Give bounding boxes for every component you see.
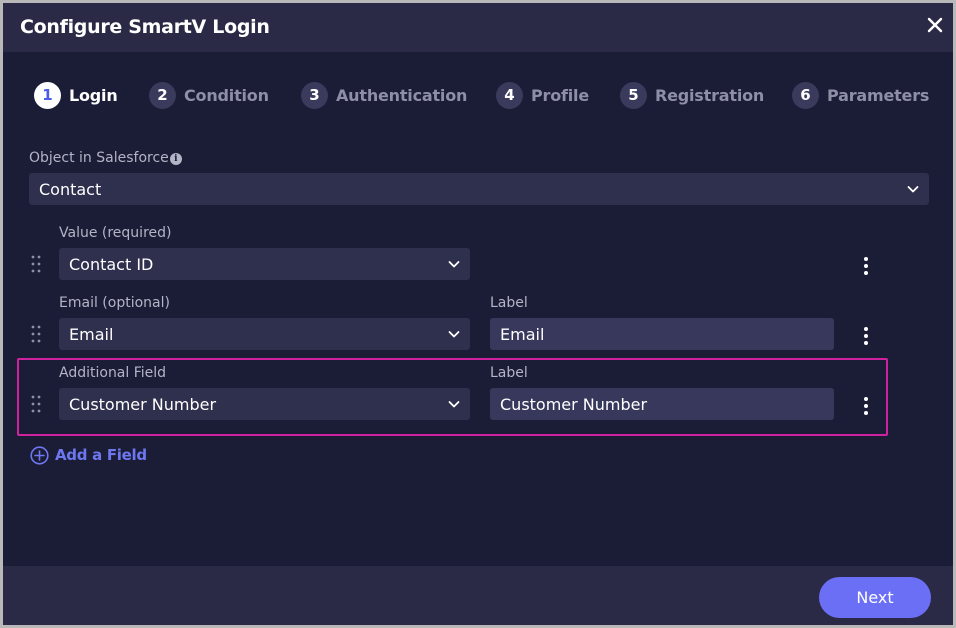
- add-field-label: Add a Field: [55, 446, 147, 464]
- additional-label-input[interactable]: [490, 388, 834, 420]
- plus-circle-icon: [30, 445, 49, 465]
- step-label: Registration: [655, 85, 765, 105]
- email-label-label: Label: [490, 295, 528, 311]
- step-number: 6: [792, 81, 819, 109]
- step-label: Profile: [531, 85, 589, 105]
- configure-login-dialog: Configure SmartV Login 1 Login 2 Conditi…: [3, 3, 953, 625]
- value-field-select[interactable]: Contact ID: [59, 248, 470, 280]
- step-login[interactable]: 1 Login: [34, 80, 118, 110]
- add-field-button[interactable]: Add a Field: [30, 444, 147, 466]
- drag-handle-icon[interactable]: [31, 255, 41, 273]
- additional-label-label: Label: [490, 365, 528, 381]
- chevron-down-icon: [448, 261, 460, 268]
- next-button[interactable]: Next: [819, 577, 931, 618]
- object-label: Object in Salesforce i: [29, 150, 182, 166]
- step-registration[interactable]: 5 Registration: [620, 80, 764, 110]
- step-condition[interactable]: 2 Condition: [149, 80, 269, 110]
- info-icon[interactable]: i: [169, 153, 182, 165]
- drag-handle-icon[interactable]: [31, 325, 41, 343]
- drag-handle-icon[interactable]: [31, 395, 41, 413]
- chevron-down-icon: [448, 401, 460, 408]
- step-label: Login: [69, 85, 118, 105]
- value-field-label: Value (required): [59, 225, 172, 241]
- object-select-value: Contact: [39, 179, 102, 199]
- more-options-icon[interactable]: [861, 256, 871, 276]
- step-number: 5: [620, 81, 647, 109]
- step-number: 1: [34, 81, 61, 109]
- step-number: 3: [301, 81, 328, 109]
- dialog-title: Configure SmartV Login: [20, 16, 270, 38]
- object-label-text: Object in Salesforce: [29, 150, 169, 166]
- chevron-down-icon: [907, 186, 919, 193]
- email-label-input[interactable]: [490, 318, 834, 350]
- dialog-footer: Next: [3, 566, 953, 625]
- close-button[interactable]: [922, 12, 948, 38]
- more-options-icon[interactable]: [861, 396, 871, 416]
- email-field-label: Email (optional): [59, 295, 170, 311]
- additional-field-select-value: Customer Number: [69, 394, 217, 414]
- email-field-select-value: Email: [69, 324, 114, 344]
- value-field-select-value: Contact ID: [69, 254, 154, 274]
- step-label: Parameters: [827, 85, 930, 105]
- chevron-down-icon: [448, 331, 460, 338]
- step-number: 2: [149, 81, 176, 109]
- step-parameters[interactable]: 6 Parameters: [792, 80, 929, 110]
- additional-field-label: Additional Field: [59, 365, 167, 381]
- step-authentication[interactable]: 3 Authentication: [301, 80, 467, 110]
- email-field-select[interactable]: Email: [59, 318, 470, 350]
- step-profile[interactable]: 4 Profile: [496, 80, 589, 110]
- additional-field-select[interactable]: Customer Number: [59, 388, 470, 420]
- object-select[interactable]: Contact: [29, 173, 929, 205]
- step-label: Condition: [184, 85, 269, 105]
- step-number: 4: [496, 81, 523, 109]
- dialog-header: Configure SmartV Login: [3, 3, 953, 52]
- step-label: Authentication: [336, 85, 468, 105]
- close-icon: [927, 17, 943, 33]
- more-options-icon[interactable]: [861, 326, 871, 346]
